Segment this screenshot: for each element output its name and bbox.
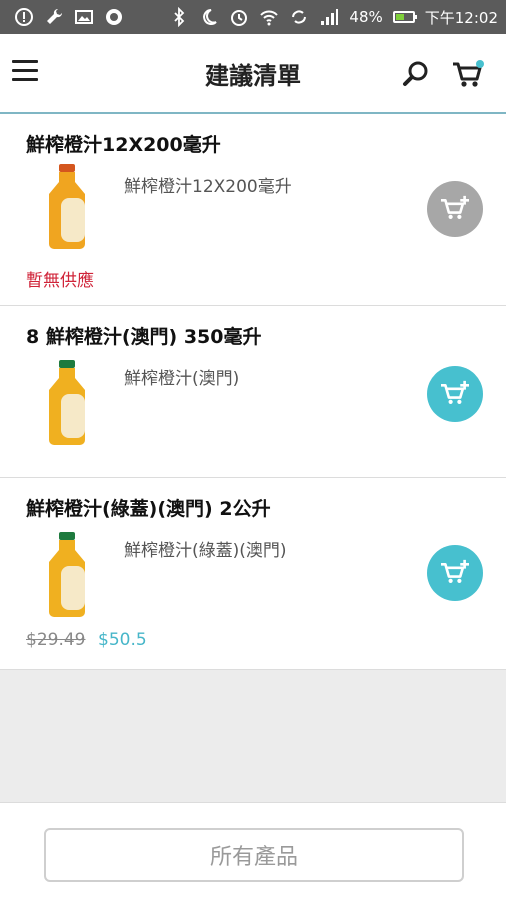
image-icon bbox=[74, 7, 94, 27]
do-not-disturb-icon bbox=[199, 7, 219, 27]
signal-icon bbox=[319, 7, 339, 27]
alert-icon bbox=[14, 7, 34, 27]
add-to-cart-icon bbox=[441, 380, 469, 404]
juice-bottle-image bbox=[49, 532, 85, 617]
juice-bottle-image bbox=[49, 164, 85, 249]
product-title: 8 鮮榨橙汁(澳門) 350毫升 bbox=[26, 326, 262, 348]
product-description: 鮮榨橙汁(澳門) bbox=[124, 369, 240, 389]
cart-icon[interactable] bbox=[450, 58, 486, 90]
list-item[interactable]: 鮮榨橙汁(綠蓋)(澳門) 2公升 鮮榨橙汁(綠蓋)(澳門) $29.49 $50… bbox=[0, 478, 506, 670]
status-bar-notifications bbox=[14, 7, 124, 27]
alarm-icon bbox=[229, 7, 249, 27]
product-title: 鮮榨橙汁12X200毫升 bbox=[26, 134, 221, 156]
status-bar: 48% 下午12:02 bbox=[0, 0, 506, 34]
juice-bottle-image bbox=[49, 360, 85, 445]
list-item[interactable]: 8 鮮榨橙汁(澳門) 350毫升 鮮榨橙汁(澳門) bbox=[0, 306, 506, 478]
add-to-cart-button[interactable] bbox=[427, 366, 483, 422]
list-item[interactable]: 鮮榨橙汁12X200毫升 鮮榨橙汁12X200毫升 暫無供應 bbox=[0, 114, 506, 306]
wrench-icon bbox=[44, 7, 64, 27]
add-to-cart-icon bbox=[441, 195, 469, 219]
original-price: $29.49 bbox=[26, 630, 86, 650]
search-icon[interactable] bbox=[400, 58, 432, 90]
record-icon bbox=[104, 7, 124, 27]
availability-status: 暫無供應 bbox=[26, 271, 94, 291]
add-to-cart-button[interactable] bbox=[427, 545, 483, 601]
sync-icon bbox=[289, 7, 309, 27]
product-description: 鮮榨橙汁12X200毫升 bbox=[124, 177, 292, 197]
suggestion-list: 鮮榨橙汁12X200毫升 鮮榨橙汁12X200毫升 暫無供應 8 鮮榨橙汁(澳門… bbox=[0, 114, 506, 670]
current-price: $50.5 bbox=[98, 630, 147, 650]
status-bar-system: 48% 下午12:02 bbox=[169, 7, 498, 28]
battery-icon bbox=[392, 11, 417, 23]
product-title: 鮮榨橙汁(綠蓋)(澳門) 2公升 bbox=[26, 498, 271, 520]
bluetooth-icon bbox=[169, 7, 189, 27]
wifi-icon bbox=[259, 7, 279, 27]
add-to-cart-icon bbox=[441, 559, 469, 583]
clock: 下午12:02 bbox=[424, 8, 498, 27]
battery-percent: 48% bbox=[349, 8, 383, 26]
add-to-cart-button[interactable] bbox=[427, 181, 483, 237]
product-description: 鮮榨橙汁(綠蓋)(澳門) bbox=[124, 541, 287, 561]
footer-bar: 所有產品 bbox=[0, 802, 506, 900]
all-products-button[interactable]: 所有產品 bbox=[44, 828, 464, 882]
cart-badge-dot bbox=[476, 60, 484, 68]
app-header: 建議清單 bbox=[0, 34, 506, 114]
